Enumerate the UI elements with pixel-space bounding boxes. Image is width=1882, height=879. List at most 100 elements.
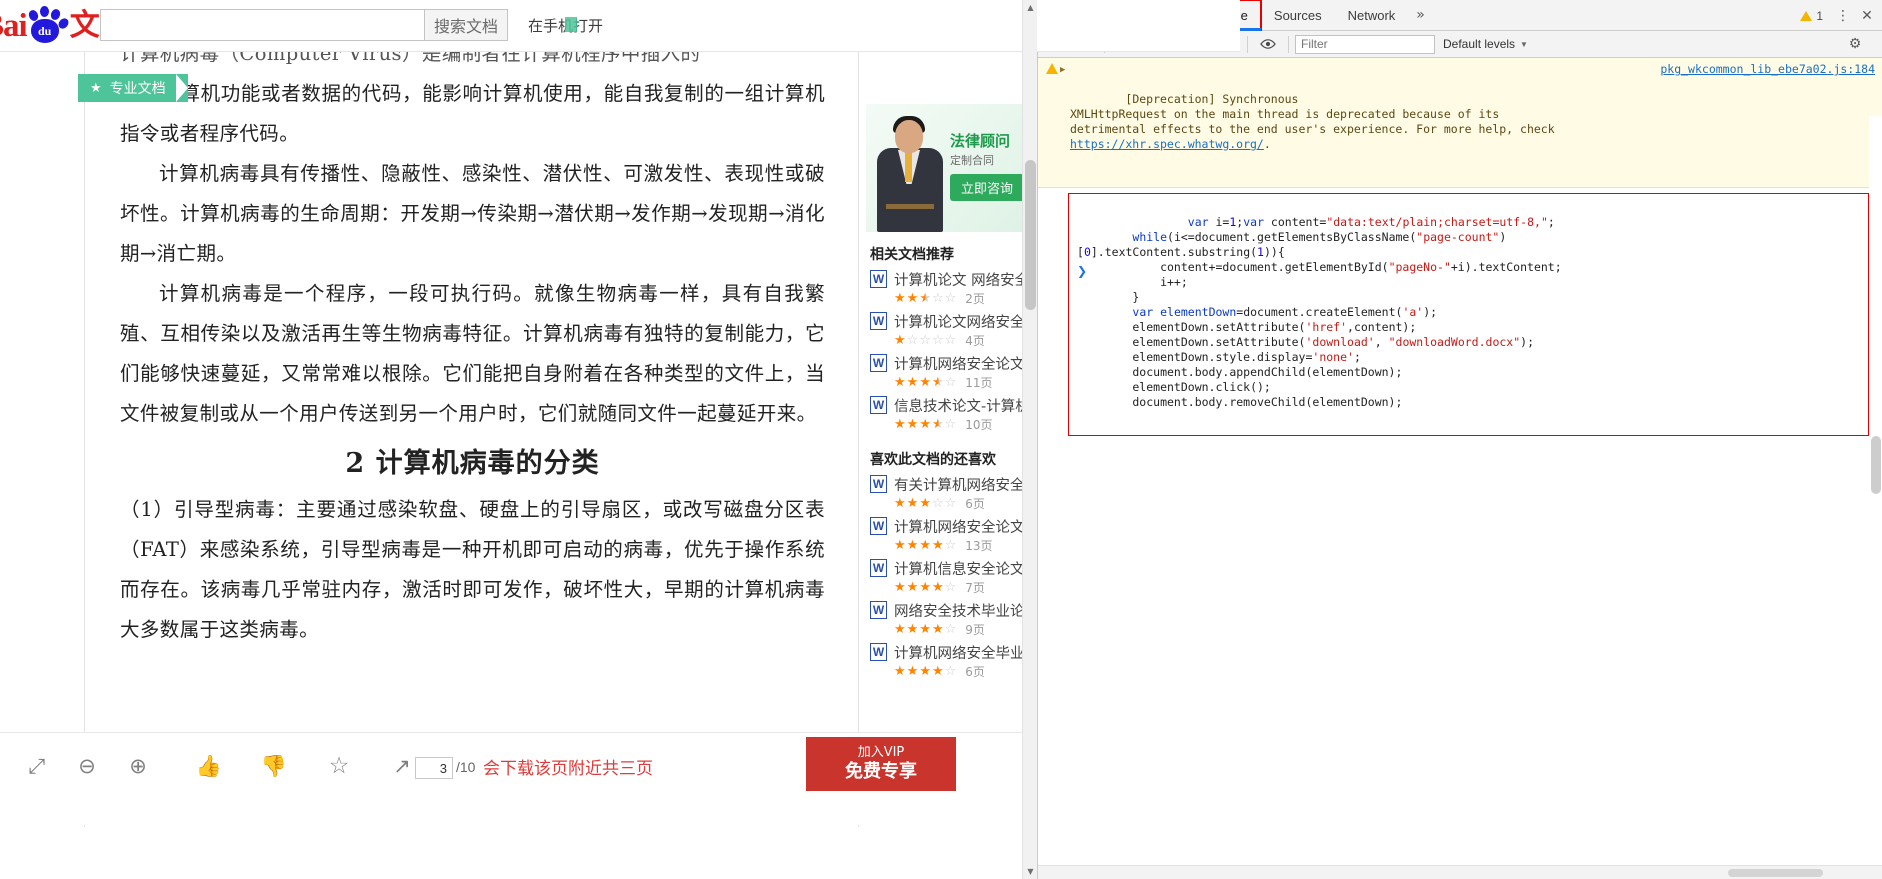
- liked-docs-title: 喜欢此文档的还喜欢: [870, 452, 996, 468]
- rating-stars: ★★★☆☆: [894, 291, 958, 306]
- document-paragraph-3: 计算机病毒是一个程序，一段可执行码。就像生物病毒一样，具有自我繁殖、互相传染以及…: [120, 282, 825, 425]
- rating-stars: ★★★★☆: [894, 622, 958, 637]
- ad-cta-button[interactable]: 立即咨询: [950, 174, 1022, 201]
- log-levels-label: Default levels: [1443, 37, 1516, 51]
- warning-prefix: [Deprecation] Synchronous: [1125, 92, 1299, 106]
- list-item[interactable]: W 网络安全技术毕业论 ★★★★☆ 9页: [866, 600, 1022, 642]
- professional-document-label: 专业文档: [109, 81, 166, 97]
- page-count-label: 6页: [965, 665, 985, 679]
- page-count-label: 11页: [965, 376, 993, 390]
- list-item-title[interactable]: 计算机论文网络安全: [894, 311, 1022, 331]
- list-item-meta: ★★★★☆ 11页: [894, 374, 993, 391]
- console-settings-icon[interactable]: ⚙: [1843, 32, 1867, 56]
- word-icon: W: [870, 312, 887, 330]
- document-clipped-line: 计算机病毒（Computer Virus）是编制者在计算机程序中插入的: [120, 52, 701, 65]
- word-icon: W: [870, 270, 887, 288]
- list-item[interactable]: W 计算机论文网络安全 ★☆☆☆☆ 4页: [866, 311, 1022, 353]
- devtools-tabbar-right: 1 ⋮ ✕: [1800, 0, 1879, 31]
- tab-network[interactable]: Network: [1335, 0, 1409, 31]
- list-item[interactable]: W 计算机论文 网络安全 ★★★☆☆ 2页: [866, 269, 1022, 311]
- list-item-title[interactable]: 有关计算机网络安全: [894, 474, 1022, 494]
- dislike-icon[interactable]: 👎: [257, 749, 291, 783]
- page-total-label: /10: [456, 759, 476, 775]
- scrollbar-thumb[interactable]: [1025, 160, 1036, 310]
- expand-arrow-icon[interactable]: ▶: [1060, 63, 1065, 78]
- console-scrollbar[interactable]: [1869, 116, 1882, 879]
- rating-stars: ★★★★☆: [894, 375, 958, 390]
- console-input-expression[interactable]: ❯ var i=1;var content="data:text/plain;c…: [1068, 193, 1869, 436]
- ad-person-belt: [886, 204, 934, 209]
- list-item-meta: ★★★★☆ 7页: [894, 579, 985, 596]
- list-item-title[interactable]: 计算机信息安全论文: [894, 558, 1022, 578]
- list-item-title[interactable]: 计算机论文 网络安全: [894, 269, 1022, 289]
- rating-stars: ★★★★☆: [894, 538, 958, 553]
- zoom-in-icon[interactable]: ⊕: [121, 749, 155, 783]
- warning-source-link[interactable]: pkg_wkcommon_lib_ebe7a02.js:184: [1660, 62, 1875, 77]
- page-count-label: 7页: [965, 581, 985, 595]
- page-count-label: 6页: [965, 497, 985, 511]
- warning-triangle-icon-row: [1046, 63, 1058, 74]
- close-devtools-icon[interactable]: ✕: [1855, 4, 1879, 28]
- list-item[interactable]: W 有关计算机网络安全 ★★★☆☆ 6页: [866, 474, 1022, 516]
- console-filter-input[interactable]: [1295, 34, 1435, 54]
- warning-count-badge[interactable]: 1: [1800, 9, 1823, 23]
- tab-sources[interactable]: Sources: [1261, 0, 1335, 31]
- console-warning-message[interactable]: ▶ [Deprecation] Synchronous XMLHttpReques…: [1038, 58, 1882, 188]
- list-item-meta: ★☆☆☆☆ 4页: [894, 332, 985, 349]
- console-code-line-0: var i=1;var content="data:text/plain;cha…: [1077, 215, 1562, 409]
- chevron-down-icon-levels: ▼: [1520, 39, 1528, 49]
- log-levels-select[interactable]: Default levels ▼: [1443, 37, 1528, 51]
- page-count-label: 9页: [965, 623, 985, 637]
- warning-spec-link[interactable]: https://xhr.spec.whatwg.org/: [1070, 137, 1264, 151]
- page-scrollbar[interactable]: ▲ ▼: [1022, 0, 1037, 879]
- list-item[interactable]: W 计算机信息安全论文 ★★★★☆ 7页: [866, 558, 1022, 600]
- word-icon: W: [870, 517, 887, 535]
- devtools-menu-icon[interactable]: ⋮: [1831, 4, 1855, 28]
- join-vip-button[interactable]: 加入VIP 免费专享: [806, 737, 956, 791]
- list-item-meta: ★★★☆☆ 6页: [894, 495, 985, 512]
- scroll-up-icon[interactable]: ▲: [1023, 0, 1038, 15]
- list-item[interactable]: W 计算机网络安全论文 ★★★★☆ 11页: [866, 353, 1022, 395]
- warning-triangle-icon: [1800, 10, 1813, 21]
- console-scrollbar-thumb[interactable]: [1871, 436, 1881, 494]
- ad-person-photo: [874, 114, 948, 232]
- list-item-title[interactable]: 计算机网络安全论文: [894, 516, 1022, 536]
- like-icon[interactable]: 👍: [192, 749, 226, 783]
- rating-stars: ★☆☆☆☆: [894, 333, 958, 348]
- more-tabs-icon[interactable]: »: [1408, 7, 1433, 23]
- page-count-label: 4页: [965, 334, 985, 348]
- page-count-label: 10页: [965, 418, 993, 432]
- console-toolbar-divider-2: [1247, 35, 1248, 53]
- list-item-title[interactable]: 计算机网络安全论文: [894, 353, 1022, 373]
- wenku-header: Bai du 文库 搜索文档 在手机打开: [0, 0, 1240, 52]
- live-expression-eye-icon[interactable]: [1254, 30, 1282, 58]
- share-icon[interactable]: ↗: [385, 749, 419, 783]
- list-item-meta: ★★★☆☆ 2页: [894, 290, 985, 307]
- devtools-bottom-scrollbar-thumb[interactable]: [1728, 869, 1823, 877]
- search-input[interactable]: [100, 9, 425, 41]
- page-number-input[interactable]: [415, 757, 453, 779]
- warning-text: XMLHttpRequest on the main thread is dep…: [1070, 107, 1555, 136]
- list-item-title[interactable]: 网络安全技术毕业论: [894, 600, 1022, 620]
- scroll-down-icon[interactable]: ▼: [1023, 864, 1038, 879]
- ad-banner[interactable]: 法律顾问 定制合同 立即咨询: [866, 104, 1022, 232]
- search-button[interactable]: 搜索文档: [425, 9, 509, 41]
- professional-document-badge: ★ 专业文档: [78, 74, 188, 102]
- ad-person-head: [895, 120, 923, 153]
- document-paragraph-2: 计算机病毒具有传播性、隐蔽性、感染性、潜伏性、可激发性、表现性或破坏性。计算机病…: [120, 162, 825, 265]
- fullscreen-icon[interactable]: ⤢: [20, 749, 54, 783]
- document-heading: 2 计算机病毒的分类: [345, 448, 600, 479]
- zoom-out-icon[interactable]: ⊖: [70, 749, 104, 783]
- devtools-bottom-scrollbar[interactable]: [1038, 865, 1882, 879]
- favorite-icon[interactable]: ☆: [322, 749, 356, 783]
- list-item[interactable]: W 计算机网络安全毕业 ★★★★☆ 6页: [866, 642, 1022, 684]
- list-item-title[interactable]: 信息技术论文-计算机: [894, 395, 1022, 415]
- list-item[interactable]: W 计算机网络安全论文 ★★★★☆ 13页: [866, 516, 1022, 558]
- console-prompt-icon: ❯: [1077, 264, 1088, 278]
- download-note: 会下载该页附近共三页: [483, 759, 653, 779]
- list-item[interactable]: W 信息技术论文-计算机 ★★★★☆ 10页: [866, 395, 1022, 437]
- word-icon: W: [870, 559, 887, 577]
- list-item-title[interactable]: 计算机网络安全毕业: [894, 642, 1022, 662]
- baidu-paw-icon: du: [26, 6, 71, 46]
- logo-baidu-text: Bai: [0, 7, 28, 44]
